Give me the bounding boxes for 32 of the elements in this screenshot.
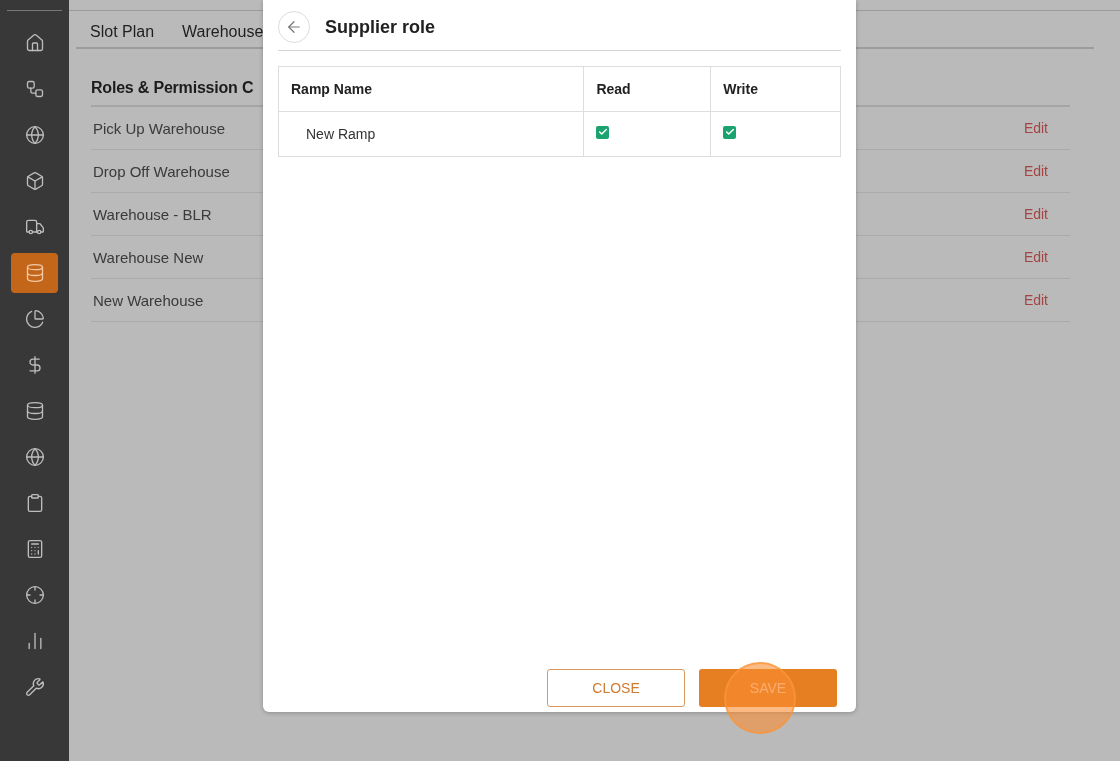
column-header: Ramp Name <box>278 66 584 112</box>
warehouse-name: Pick Up Warehouse <box>93 119 225 137</box>
close-button[interactable]: CLOSE <box>547 669 685 707</box>
tools-icon <box>24 677 45 697</box>
target-icon <box>24 585 45 605</box>
dialog-title: Supplier role <box>325 16 436 38</box>
box-icon <box>24 171 45 191</box>
tab[interactable]: Warehouse <box>168 23 278 41</box>
edit-link[interactable]: Edit <box>1023 292 1048 308</box>
globe-icon <box>24 447 45 467</box>
truck-icon <box>24 217 45 237</box>
globe-icon <box>24 125 45 145</box>
network-icon <box>24 79 45 99</box>
column-header: Read <box>583 66 711 112</box>
warehouse-name: Warehouse - BLR <box>93 205 212 223</box>
home-icon <box>24 33 45 53</box>
database-icon <box>24 401 45 421</box>
database-icon <box>24 263 45 283</box>
write-checkbox[interactable] <box>723 125 737 139</box>
warehouse-name: Warehouse New <box>93 248 204 266</box>
warehouse-name: Drop Off Warehouse <box>93 162 230 180</box>
tab[interactable]: Slot Plan <box>76 23 169 41</box>
edit-link[interactable]: Edit <box>1023 163 1048 179</box>
pie-icon <box>24 309 45 329</box>
read-checkbox[interactable] <box>596 125 610 139</box>
edit-link[interactable]: Edit <box>1023 206 1048 222</box>
column-header: Write <box>710 66 841 112</box>
table-cell: New Ramp <box>278 111 584 157</box>
edit-link[interactable]: Edit <box>1023 120 1048 136</box>
edit-link[interactable]: Edit <box>1023 249 1048 265</box>
warehouse-name: New Warehouse <box>93 291 204 309</box>
back-icon <box>285 18 303 36</box>
